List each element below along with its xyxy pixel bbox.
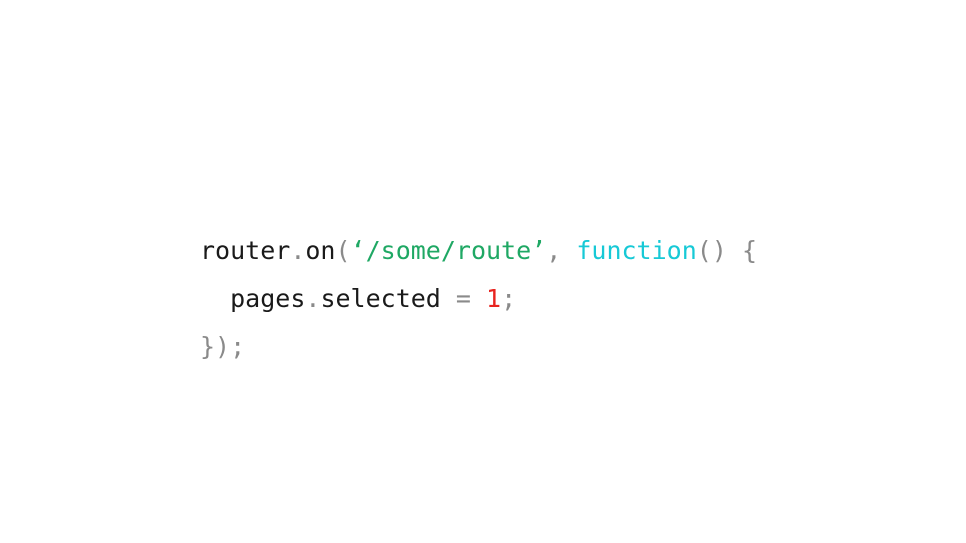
code-token-punctuation: . — [290, 236, 306, 265]
code-token-punctuation: , — [546, 236, 562, 265]
code-token-identifier: on — [305, 236, 336, 265]
code-line: router.on(‘/some/route’, function() { — [200, 227, 757, 275]
code-token-punctuation: }); — [200, 332, 246, 361]
code-token-number: 1 — [486, 284, 502, 313]
code-token-string: ‘/some/route’ — [350, 236, 547, 265]
code-token-keyword: function — [576, 236, 697, 265]
code-token-punctuation: ; — [501, 284, 517, 313]
code-token-identifier: pages — [230, 284, 306, 313]
code-token-punctuation: . — [305, 284, 321, 313]
code-block: router.on(‘/some/route’, function() { pa… — [200, 227, 757, 371]
code-token-identifier: router — [200, 236, 291, 265]
code-token-punctuation: ( — [335, 236, 351, 265]
code-token-identifier: selected — [320, 284, 441, 313]
code-token-punctuation: { — [741, 236, 757, 265]
code-token-punctuation: = — [455, 284, 471, 313]
code-line: }); — [200, 323, 757, 371]
slide-canvas: router.on(‘/some/route’, function() { pa… — [0, 0, 966, 543]
code-token-punctuation: () — [696, 236, 727, 265]
code-line: pages.selected = 1; — [200, 275, 757, 323]
